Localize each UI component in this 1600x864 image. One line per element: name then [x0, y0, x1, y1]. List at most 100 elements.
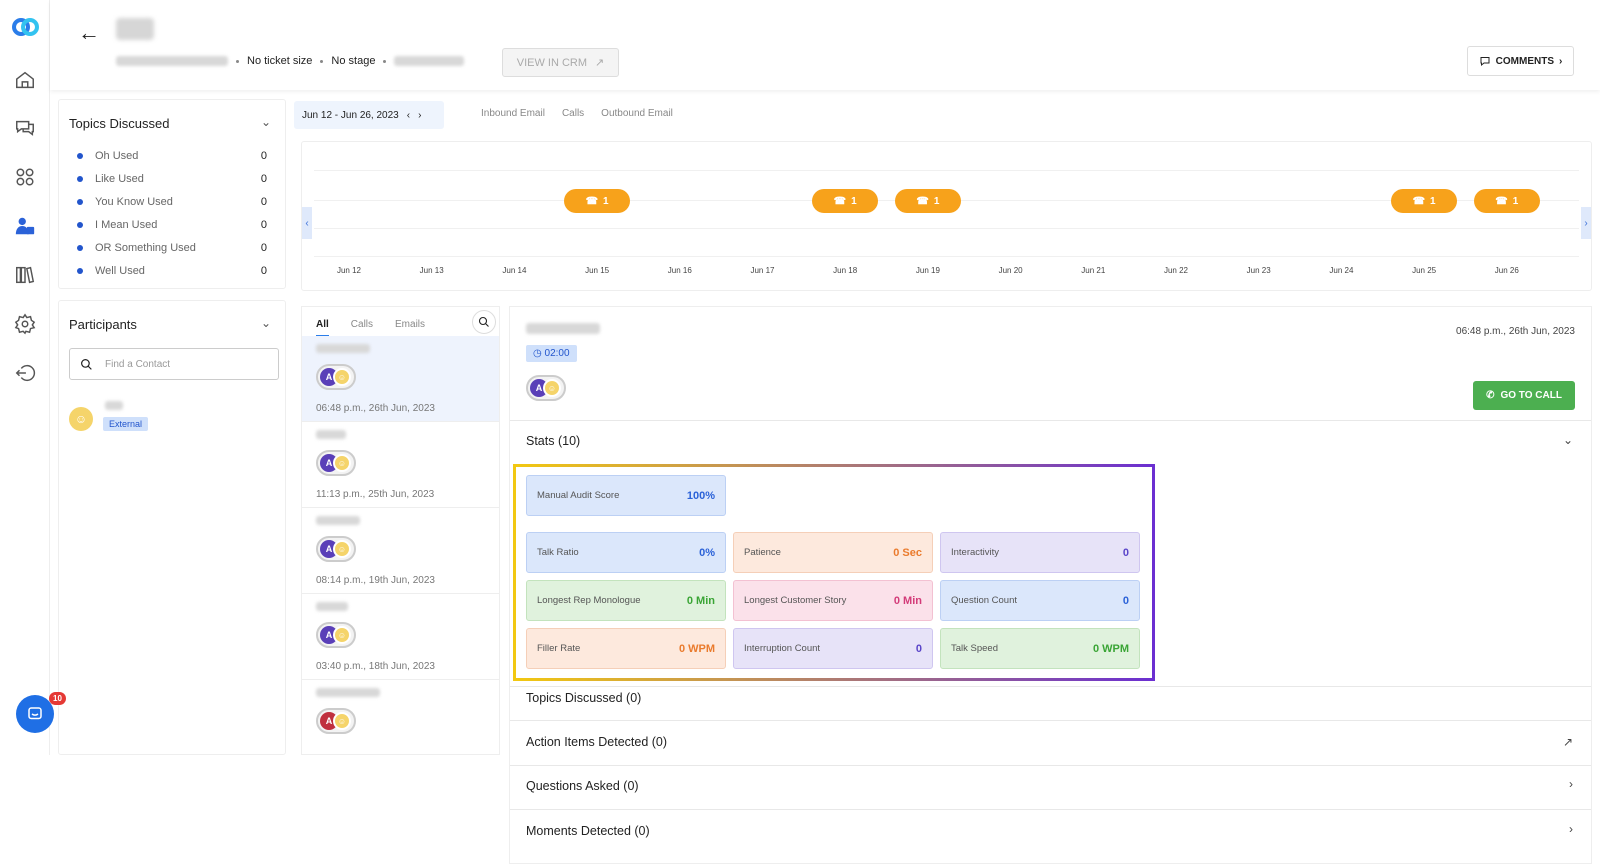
- call-marker[interactable]: ☎ 1: [1473, 189, 1540, 213]
- stat-label: Longest Rep Monologue: [537, 595, 641, 606]
- home-icon[interactable]: [13, 68, 37, 92]
- tab-emails[interactable]: Emails: [395, 319, 425, 337]
- activity-timeline: ‹ › Jun 12 Jun 13 Jun 14 Jun 15 Jun 16 Jun 17…: [301, 141, 1592, 291]
- stat-value: 0 Min: [893, 594, 922, 607]
- conversation-item[interactable]: A ☺ 11:13 p.m., 25th Jun, 2023: [302, 422, 499, 508]
- conversation-time: 06:48 p.m., 26th Jun, 2023: [316, 403, 435, 414]
- bullet-icon: [77, 268, 83, 274]
- stat-talk-ratio: Talk Ratio 0%: [526, 532, 726, 573]
- avatar-pair: A ☺: [526, 375, 566, 401]
- stat-value: 0 WPM: [1092, 642, 1129, 655]
- chevron-down-icon[interactable]: ⌄: [261, 115, 271, 129]
- redacted-conversation-name: [316, 516, 360, 525]
- timeline-prev-button[interactable]: ‹: [302, 207, 312, 239]
- questions-section-title[interactable]: Questions Asked (0): [526, 779, 639, 793]
- stat-manual-audit-score: Manual Audit Score 100%: [526, 475, 726, 516]
- action-items-section-title[interactable]: Action Items Detected (0): [526, 735, 667, 749]
- external-badge: External: [103, 417, 149, 431]
- grid-line: [314, 170, 1579, 171]
- moments-section-title[interactable]: Moments Detected (0): [526, 824, 650, 838]
- channel-outbound-email[interactable]: Outbound Email: [601, 108, 673, 119]
- call-marker[interactable]: ☎ 1: [1391, 189, 1458, 213]
- redacted-conversation-title: [526, 323, 600, 334]
- date-range-picker[interactable]: Jun 12 - Jun 26, 2023 ‹ ›: [294, 101, 444, 129]
- topics-title: Topics Discussed: [69, 116, 170, 131]
- expand-arrow-icon[interactable]: ↗: [1563, 735, 1573, 749]
- conversation-item[interactable]: A ☺ 03:40 p.m., 18th Jun, 2023: [302, 594, 499, 680]
- integrations-icon[interactable]: [13, 165, 37, 189]
- chevron-right-icon[interactable]: ›: [418, 110, 421, 121]
- external-link-icon: ↗: [595, 57, 605, 69]
- logout-icon[interactable]: [13, 361, 37, 385]
- library-icon[interactable]: [13, 263, 37, 287]
- ticket-size: No ticket size: [247, 55, 313, 67]
- chevron-down-icon[interactable]: ⌄: [261, 316, 271, 330]
- timeline-date-label: Jun 24: [1329, 266, 1354, 275]
- page-header: ← No ticket size No stage VIEW IN CRM ↗ …: [50, 0, 1600, 90]
- back-arrow-icon[interactable]: ←: [78, 20, 100, 46]
- stat-interactivity: Interactivity 0: [940, 532, 1140, 573]
- list-search-button[interactable]: [472, 310, 496, 334]
- call-marker[interactable]: ☎ 1: [564, 189, 631, 213]
- comments-button[interactable]: COMMENTS ›: [1467, 46, 1574, 76]
- conversation-timestamp: 06:48 p.m., 26th Jun, 2023: [1456, 326, 1575, 337]
- view-in-crm-button[interactable]: VIEW IN CRM ↗: [502, 48, 619, 77]
- topics-section-title[interactable]: Topics Discussed (0): [526, 691, 641, 705]
- topic-label: Well Used: [95, 265, 145, 277]
- bullet-icon: [77, 153, 83, 159]
- tab-calls[interactable]: Calls: [351, 319, 373, 337]
- contact-search-input[interactable]: Find a Contact: [69, 348, 279, 380]
- stat-label: Longest Customer Story: [744, 595, 847, 606]
- stat-value: 0: [1122, 546, 1129, 559]
- tab-all[interactable]: All: [316, 319, 329, 337]
- topics-panel: Topics Discussed ⌄ Oh Used 0 Like Used 0 Y…: [58, 99, 286, 289]
- comment-icon: [1480, 57, 1490, 67]
- chat-launcher-button[interactable]: [16, 695, 54, 733]
- chevron-right-icon: ›: [1559, 55, 1563, 67]
- app-logo[interactable]: [12, 18, 39, 36]
- timeline-date-label: Jun 14: [502, 266, 527, 275]
- user-icon: ☺: [333, 626, 351, 644]
- contacts-icon[interactable]: [13, 214, 37, 238]
- go-to-call-button[interactable]: ✆ GO TO CALL: [1473, 381, 1575, 410]
- timeline-date-label: Jun 26: [1494, 266, 1519, 275]
- timeline-next-button[interactable]: ›: [1581, 207, 1591, 239]
- redacted-conversation-name: [316, 430, 346, 439]
- grid-line: [314, 228, 1579, 229]
- conversation-item[interactable]: A ☺ 08:14 p.m., 19th Jun, 2023: [302, 508, 499, 594]
- divider: [510, 809, 1591, 810]
- user-icon: ☺: [333, 454, 351, 472]
- conversation-tabs: All Calls Emails: [316, 319, 425, 337]
- app-root: ← No ticket size No stage VIEW IN CRM ↗ …: [0, 0, 1600, 864]
- duration-value: 02:00: [544, 348, 570, 359]
- bullet-icon: [77, 176, 83, 182]
- redacted-conversation-name: [316, 602, 348, 611]
- chevron-down-icon[interactable]: ⌄: [1563, 433, 1573, 447]
- timeline-date-label: Jun 13: [419, 266, 444, 275]
- conversation-item[interactable]: A ☺: [302, 680, 499, 754]
- call-marker[interactable]: ☎ 1: [894, 189, 961, 213]
- redacted-conversation-name: [316, 688, 380, 697]
- phone-icon: ☎: [585, 195, 599, 207]
- timeline-date-label: Jun 19: [915, 266, 940, 275]
- stat-label: Interactivity: [951, 547, 1000, 558]
- chevron-left-icon[interactable]: ‹: [407, 110, 410, 121]
- stat-label: Talk Speed: [951, 643, 999, 654]
- chevron-right-icon[interactable]: ›: [1569, 822, 1573, 836]
- channel-inbound-email[interactable]: Inbound Email: [481, 108, 545, 119]
- conversation-item[interactable]: A ☺ 06:48 p.m., 26th Jun, 2023: [302, 336, 499, 422]
- timeline-date-label: Jun 20: [998, 266, 1023, 275]
- conversation-time: 03:40 p.m., 18th Jun, 2023: [316, 661, 435, 672]
- conversations-icon[interactable]: [13, 116, 37, 140]
- stats-title[interactable]: Stats (10): [526, 434, 580, 448]
- separator-dot: [320, 59, 324, 63]
- redacted-participant-name: [105, 401, 123, 410]
- timeline-date-label: Jun 18: [833, 266, 858, 275]
- stat-label: Filler Rate: [537, 643, 581, 654]
- call-marker[interactable]: ☎ 1: [812, 189, 879, 213]
- settings-icon[interactable]: [13, 312, 37, 336]
- timeline-date-label: Jun 22: [1163, 266, 1189, 275]
- chevron-right-icon[interactable]: ›: [1569, 777, 1573, 791]
- stat-label: Question Count: [951, 595, 1018, 606]
- channel-calls[interactable]: Calls: [562, 108, 584, 119]
